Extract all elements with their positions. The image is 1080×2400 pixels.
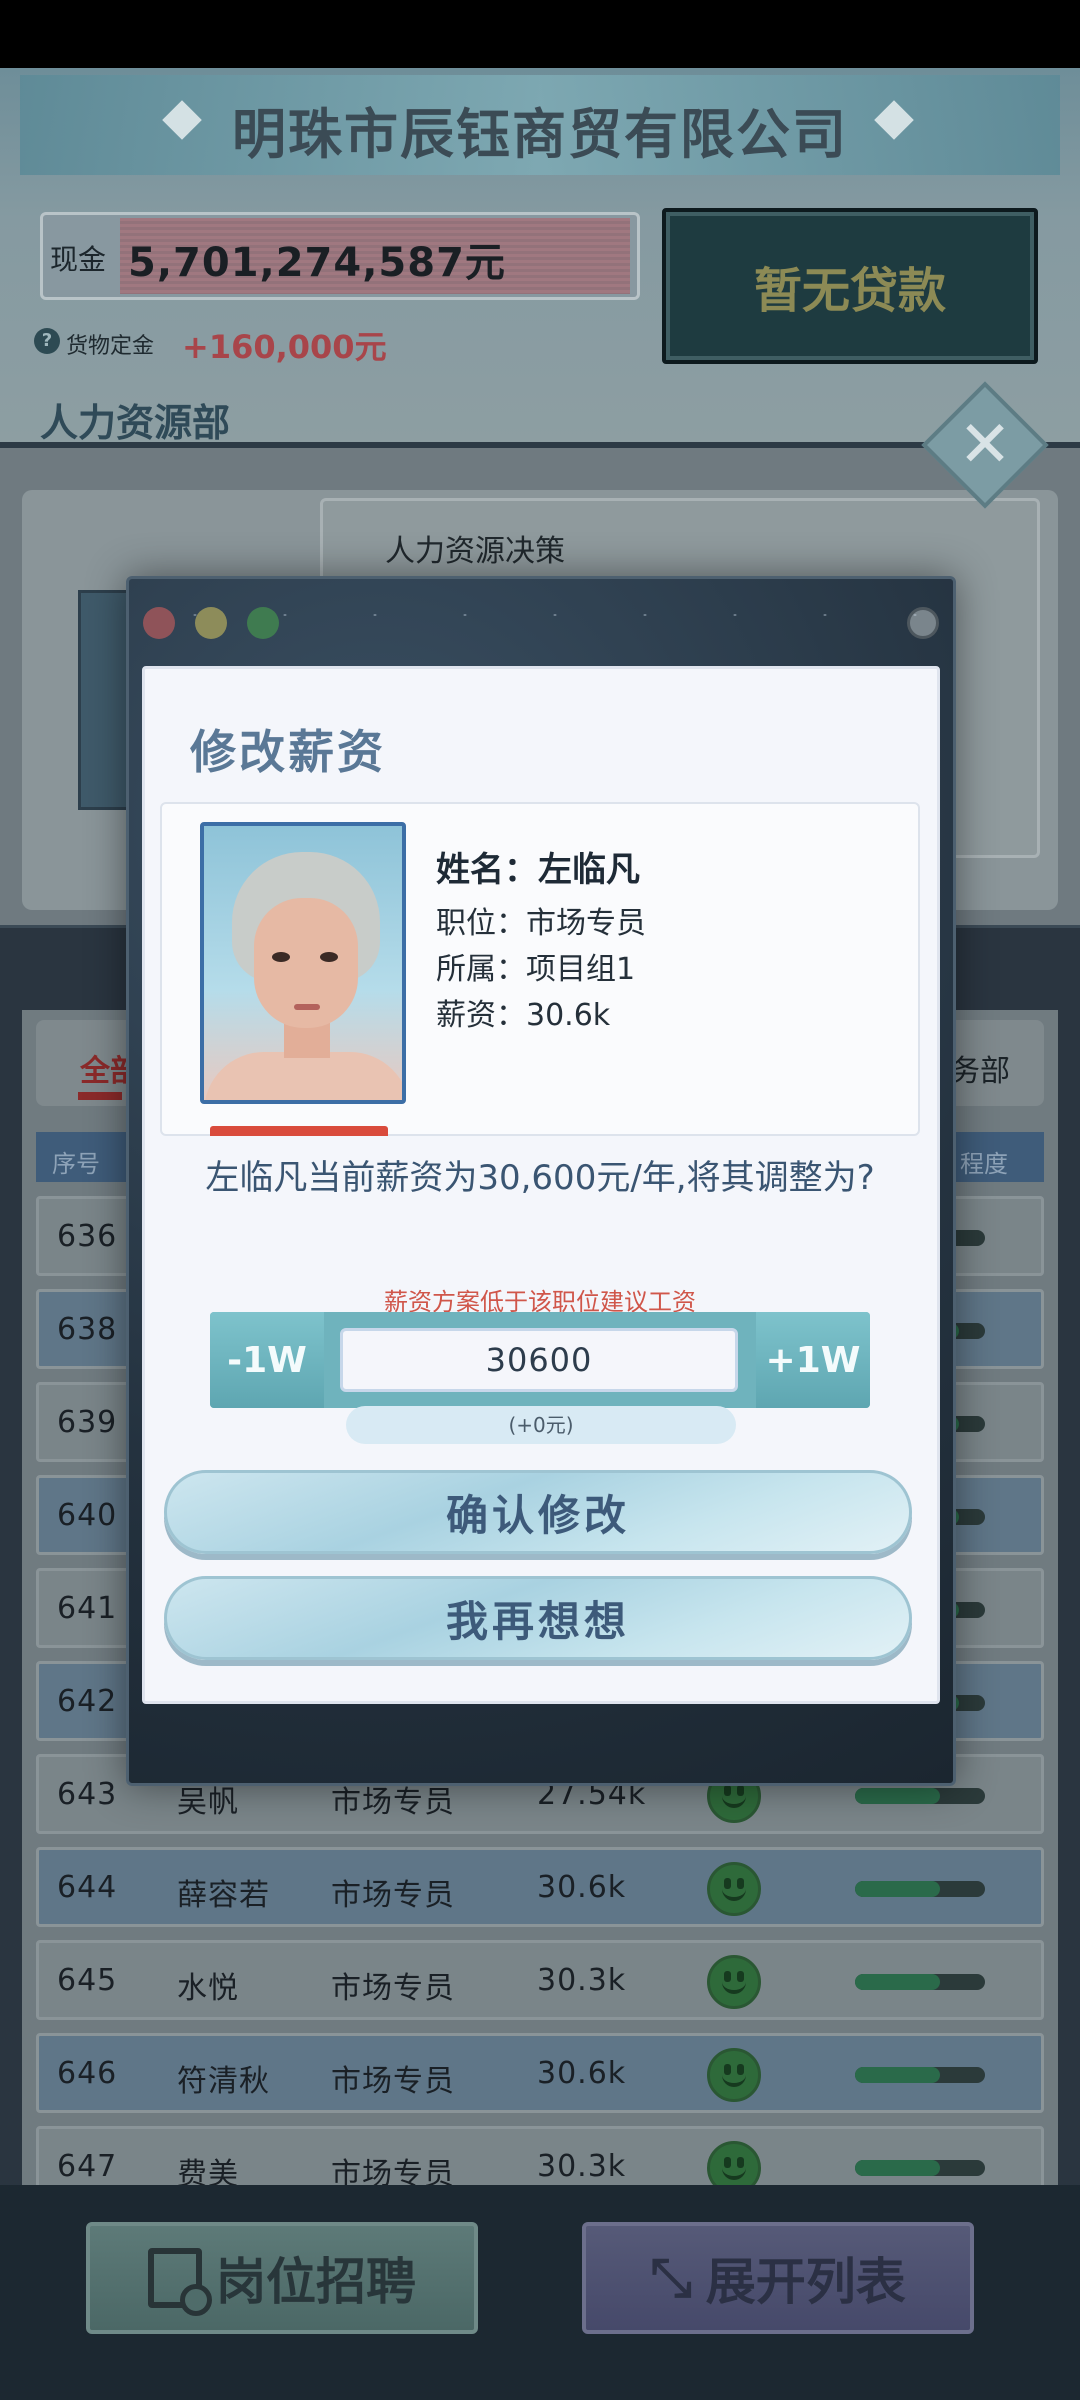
reconsider-button[interactable]: 我再想想 [164,1576,912,1660]
employee-position-cell: 市场专员 [331,2064,455,2099]
employee-name: 姓名：左临凡 [436,850,640,890]
deposit-value: +160,000元 [182,328,387,366]
expand-icon: ⤡ [650,2247,692,2308]
table-row[interactable]: 646 符清秋 市场专员 30.6k [36,2033,1044,2113]
recruit-search-icon [148,2248,212,2316]
satisfaction-bar-fill [855,1974,940,1990]
employee-position: 职位：市场专员 [436,906,646,941]
help-icon[interactable]: ? [34,328,60,354]
cash-value: 5,701,274,587元 [128,240,506,286]
employee-name-cell: 符清秋 [177,2064,270,2099]
salary-input[interactable] [340,1328,738,1392]
confirm-button[interactable]: 确认修改 [164,1470,912,1554]
tab-department[interactable]: 务部 [950,1046,1010,1090]
employee-position-cell: 市场专员 [331,1971,455,2006]
employee-number: 641 [57,1591,118,1626]
satisfaction-bar-fill [855,2160,940,2176]
employee-number: 638 [57,1312,118,1347]
expand-label: 展开列表 [705,2253,906,2311]
employee-number: 642 [57,1684,118,1719]
department-title: 人力资源部 [40,401,231,445]
starfield-decoration [150,590,930,660]
employee-number: 643 [57,1777,118,1812]
employee-salary-cell: 30.3k [537,1963,627,1998]
employee-group: 所属：项目组1 [436,952,636,987]
employee-number: 646 [57,2056,118,2091]
table-row[interactable]: 644 薛容若 市场专员 30.6k [36,1847,1044,1927]
employee-number: 639 [57,1405,118,1440]
increase-button[interactable]: +1W [756,1312,870,1408]
employee-number: 636 [57,1219,118,1254]
employee-salary-cell: 30.3k [537,2149,627,2184]
employee-number: 647 [57,2149,118,2184]
employee-position-cell: 市场专员 [331,1878,455,1913]
salary-stepper: -1W +1W [210,1312,870,1408]
employee-number: 640 [57,1498,118,1533]
satisfaction-bar-fill [855,1788,940,1804]
cash-label: 现金 [50,243,107,276]
tab-active-indicator [78,1092,122,1100]
decrease-button[interactable]: -1W [210,1312,324,1408]
satisfaction-bar-fill [855,2067,940,2083]
recruit-label: 岗位招聘 [216,2253,416,2311]
employee-salary: 薪资：30.6k [436,998,611,1033]
employee-portrait [200,822,406,1104]
employee-salary-cell: 30.6k [537,1870,627,1905]
employee-number: 645 [57,1963,118,1998]
salary-delta: (+0元) [346,1406,736,1444]
portrait-red-tab [210,1126,388,1136]
smiley-icon [707,1862,761,1916]
company-name: 明珠市辰钰商贸有限公司 [232,103,848,166]
employee-name-cell: 水悦 [177,1971,239,2006]
loan-button[interactable]: 暂无贷款 [662,208,1038,364]
smiley-icon [707,1955,761,2009]
adjust-question: 左临凡当前薪资为30,600元/年,将其调整为? [205,1158,875,1198]
expand-list-button[interactable]: ⤡ 展开列表 [582,2222,974,2334]
status-bar-area [0,0,1080,68]
hr-decision-title: 人力资源决策 [385,534,565,569]
dialog-title: 修改薪资 [190,725,386,779]
smiley-icon [707,2048,761,2102]
table-row[interactable]: 645 水悦 市场专员 30.3k [36,1940,1044,2020]
header-satisfaction: 程度 [960,1150,1008,1178]
deposit-label: 货物定金 [66,334,155,359]
recruit-button[interactable]: 岗位招聘 [86,2222,478,2334]
close-icon[interactable]: ✕ [948,408,1022,482]
satisfaction-bar-fill [855,1881,940,1897]
employee-name-cell: 薛容若 [177,1878,270,1913]
employee-number: 644 [57,1870,118,1905]
header-no: 序号 [52,1150,100,1178]
employee-salary-cell: 30.6k [537,2056,627,2091]
